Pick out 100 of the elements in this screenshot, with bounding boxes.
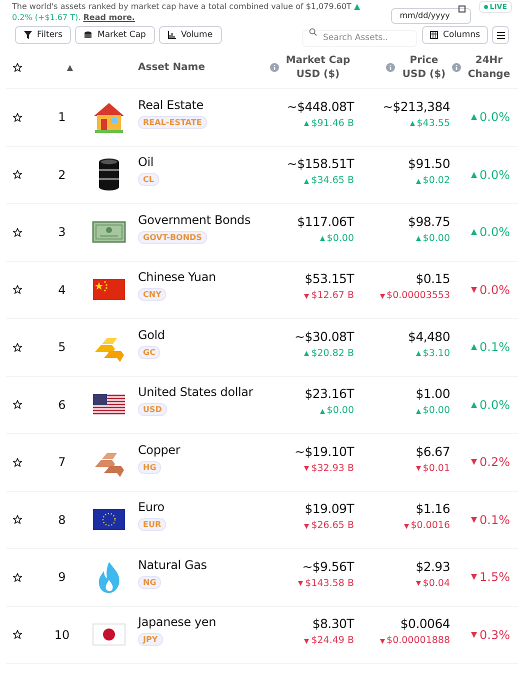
rank-text: 10 [53,626,70,644]
value-text: ~$9.56T [302,558,354,576]
change-text: $0.00 [320,404,354,418]
ticker-badge: USD [138,403,167,416]
value-text: ~$19.10T [294,442,354,461]
star-icon[interactable] [12,572,22,582]
value-text: $1.16 [416,500,450,518]
columns-button[interactable]: Columns [422,26,488,44]
search-field[interactable]: Search Assets.. [302,30,418,46]
toolbar-button[interactable]: Volume [158,26,222,44]
rank-text: 3 [57,224,66,242]
info-icon [386,63,395,72]
star-icon[interactable] [12,458,22,467]
percent-change: 1.5% [452,568,518,586]
read-more-link[interactable]: Read more. [83,13,135,22]
value-text: $23.16T [304,385,354,404]
rank-text: 1 [57,109,66,126]
percent-change: 0.0% [452,396,518,414]
value-text: $0.0064 [400,615,450,634]
ticker-badge: EUR [138,518,166,532]
value-text: $91.50 [408,155,450,174]
change-text: $24.49 B [304,634,354,648]
column-header[interactable]: Asset Name [138,62,206,73]
info-icon [452,63,461,72]
value-text: ~$448.08T [286,98,354,116]
value-text: $53.15T [304,270,354,288]
asset-name[interactable]: Gold [138,326,165,344]
up-triangle-icon [320,236,325,242]
ticker-badge: JPY [138,633,163,646]
star-icon[interactable] [12,285,22,294]
menu-button[interactable] [492,26,509,44]
star-icon [12,63,22,72]
down-triangle-icon [304,466,310,472]
asset-name[interactable]: Real Estate [138,96,204,114]
asset-name[interactable]: United States dollar [138,383,253,402]
asset-name[interactable]: Natural Gas [138,556,207,574]
rank-text: 4 [57,282,66,299]
percent-change: 0.0% [452,108,518,126]
change-text: $0.04 [416,576,450,591]
ticker-badge: GOVT-BONDS [138,230,207,244]
ticker-badge: CL [138,173,159,186]
asset-name[interactable]: Euro [138,498,164,516]
change-text: $0.02 [416,174,450,188]
star-icon[interactable] [12,400,22,410]
asset-name[interactable]: Chinese Yuan [138,268,216,286]
up-triangle-icon [470,402,476,408]
asset-name[interactable]: Oil [138,153,154,172]
value-text: $4,480 [408,328,450,346]
column-header[interactable]: Market Cap USD ($) [282,54,354,82]
change-text: $43.55 [410,116,450,131]
down-triangle-icon [470,632,476,638]
star-icon[interactable] [12,630,22,640]
date-field[interactable]: mm/dd/yyyy [390,8,471,24]
star-icon[interactable] [12,228,22,237]
asset-name[interactable]: Copper [138,440,180,459]
change-text: $34.65 B [304,174,354,188]
up-triangle-icon [416,178,421,184]
down-triangle-icon [380,638,385,644]
star-icon[interactable] [12,342,22,352]
value-text: ~$30.08T [294,328,354,346]
ticker-badge: HG [138,460,162,474]
change-text: $3.10 [416,346,450,361]
value-text: $19.09T [304,500,354,518]
asset-name[interactable]: Japanese yen [138,613,216,632]
ticker-badge: REAL-ESTATE [138,116,207,129]
columns-icon [430,31,438,39]
ticker-badge: NG [138,576,162,589]
change-text: $0.00 [416,232,450,246]
asset-name[interactable]: Government Bonds [138,210,250,229]
down-triangle-icon [470,286,476,293]
rank-text: 7 [57,454,66,472]
percent-change: 0.0% [452,280,518,299]
up-triangle-icon [470,344,476,350]
change-text: $0.00 [416,404,450,418]
rank-text: 8 [57,512,66,529]
star-icon[interactable] [12,112,22,122]
change-text: $0.00 [320,232,354,246]
search-icon [309,28,318,36]
toolbar-button[interactable]: Market Cap [75,26,155,44]
down-triangle-icon [470,459,476,466]
ticker-badge: GC [138,346,160,359]
rank-text: 9 [57,569,66,586]
up-triangle-icon [410,121,415,126]
up-triangle-icon [416,351,421,356]
star-icon[interactable] [12,515,22,524]
star-icon[interactable] [12,170,22,180]
up-triangle-icon [470,114,476,120]
change-text: $143.58 B [298,576,354,591]
value-text: ~$213,384 [382,98,450,116]
column-header[interactable]: Price USD ($) [398,54,450,82]
toolbar-button[interactable]: Filters [15,26,72,44]
bar-chart-icon [168,31,176,39]
summary-text: The world's assets ranked by market cap have a total combined value of $1,079.60T ▲ 0.2% (+$1.67 T). Read more. [12,1,362,23]
rank-text: 2 [57,166,66,184]
value-text: $0.15 [416,270,450,288]
up-triangle-icon [304,178,310,184]
sort-indicator[interactable]: ▲ [46,62,74,74]
value-text: $8.30T [312,615,354,634]
down-triangle-icon [470,516,476,523]
column-header[interactable]: 24Hr Change [464,54,514,82]
